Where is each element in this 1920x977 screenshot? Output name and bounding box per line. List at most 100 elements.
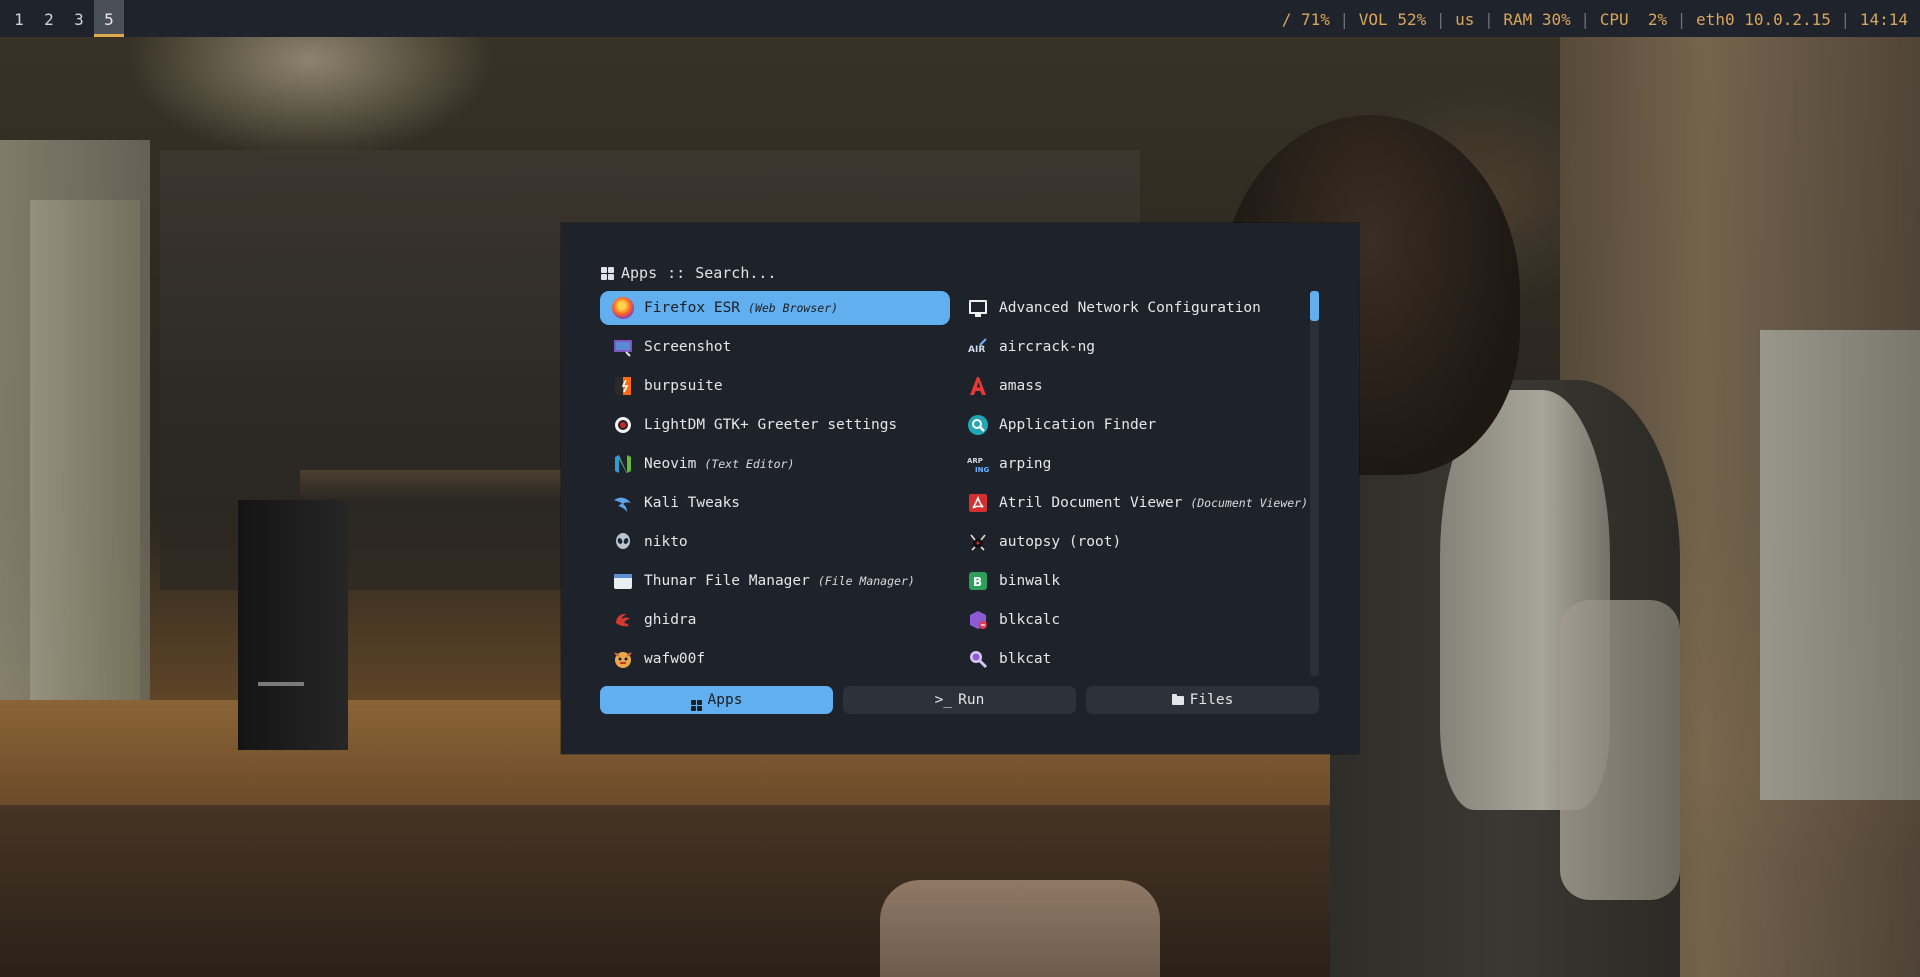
list-item-ghidra[interactable]: ghidra xyxy=(600,603,950,637)
mode-switcher: Apps >_ Run Files xyxy=(600,686,1320,714)
mode-files-label: Files xyxy=(1189,692,1234,708)
list-item-description: (Web Browser) xyxy=(748,301,839,315)
svg-text:ING: ING xyxy=(975,466,989,474)
status-separator: | xyxy=(1484,10,1494,29)
list-item-label: blkcat xyxy=(999,651,1052,667)
mode-apps-button[interactable]: Apps xyxy=(600,686,833,714)
list-item-label: binwalk xyxy=(999,573,1061,589)
status-area: / 71% | VOL 52% | us | RAM 30% | CPU 2% … xyxy=(1282,0,1908,37)
list-scrollbar[interactable] xyxy=(1310,291,1319,676)
list-item-label: wafw00f xyxy=(644,651,706,667)
scrollbar-thumb[interactable] xyxy=(1310,291,1319,321)
apps-grid-icon xyxy=(601,266,614,280)
list-item-binwalk[interactable]: B binwalk xyxy=(955,564,1325,598)
list-item-label: Kali Tweaks xyxy=(644,495,741,511)
mode-run-label: Run xyxy=(958,692,985,708)
workspace-5[interactable]: 5 xyxy=(94,0,124,37)
alien-icon xyxy=(612,531,634,553)
workspace-3[interactable]: 3 xyxy=(64,0,94,37)
screenshot-icon xyxy=(612,336,634,358)
neovim-icon xyxy=(612,453,634,475)
list-item-lightdm-settings[interactable]: LightDM GTK+ Greeter settings xyxy=(600,408,950,442)
list-item-label: nikto xyxy=(644,534,688,550)
amass-icon xyxy=(967,375,989,397)
list-item-label: LightDM GTK+ Greeter settings xyxy=(644,417,898,433)
list-item-label: blkcalc xyxy=(999,612,1061,628)
wallpaper-speaker-light xyxy=(258,682,304,686)
list-item-burpsuite[interactable]: burpsuite xyxy=(600,369,950,403)
svg-text:ARP: ARP xyxy=(967,457,983,465)
list-item-nikto[interactable]: nikto xyxy=(600,525,950,559)
kali-dragon-icon xyxy=(612,492,634,514)
list-item-amass[interactable]: amass xyxy=(955,369,1325,403)
blkcalc-icon xyxy=(967,609,989,631)
list-item-label: Firefox ESR xyxy=(644,300,741,316)
status-separator: | xyxy=(1840,10,1851,29)
list-item-label: Application Finder xyxy=(999,417,1157,433)
search-input[interactable]: Search... xyxy=(695,263,776,283)
wallpaper-desk-front xyxy=(0,805,1380,977)
terminal-icon: >_ xyxy=(934,692,953,708)
status-separator: | xyxy=(1339,10,1350,29)
aircrack-icon: AIR xyxy=(967,336,989,358)
lightdm-icon xyxy=(612,414,634,436)
list-item-kali-tweaks[interactable]: Kali Tweaks xyxy=(600,486,950,520)
wallpaper-right-computer xyxy=(1760,330,1920,800)
burpsuite-icon xyxy=(612,375,634,397)
disk-usage: / 71% xyxy=(1281,10,1330,29)
list-item-label: Neovim xyxy=(644,456,697,472)
list-item-advanced-network-configuration[interactable]: Advanced Network Configuration xyxy=(955,291,1325,325)
folder-icon xyxy=(1171,694,1184,705)
mode-apps-label: Apps xyxy=(707,692,743,708)
wallpaper-speaker xyxy=(238,500,348,750)
ghidra-icon xyxy=(612,609,634,631)
workspace-2[interactable]: 2 xyxy=(34,0,64,37)
mode-label: Apps xyxy=(621,264,658,282)
list-item-label: Thunar File Manager xyxy=(644,573,810,589)
prompt-separator: :: xyxy=(667,264,686,282)
pdf-viewer-icon xyxy=(967,492,989,514)
wallpaper-chair xyxy=(1560,600,1680,900)
keyboard-layout[interactable]: us xyxy=(1455,10,1474,29)
mode-files-button[interactable]: Files xyxy=(1086,686,1319,714)
wallpaper-feet xyxy=(880,880,1160,977)
list-item-aircrack-ng[interactable]: AIR aircrack-ng xyxy=(955,330,1325,364)
list-item-firefox-esr[interactable]: Firefox ESR (Web Browser) xyxy=(600,291,950,325)
status-separator: | xyxy=(1580,10,1591,29)
autopsy-icon xyxy=(967,531,989,553)
workspace-list: 1 2 3 5 xyxy=(4,0,124,37)
svg-text:B: B xyxy=(973,575,982,589)
status-separator: | xyxy=(1435,10,1446,29)
list-item-label: autopsy (root) xyxy=(999,534,1122,550)
list-item-blkcalc[interactable]: blkcalc xyxy=(955,603,1325,637)
list-item-atril[interactable]: Atril Document Viewer (Document Viewer) xyxy=(955,486,1325,520)
app-launcher: Apps :: Search... Firefox ESR (Web Brows… xyxy=(561,223,1359,754)
firefox-icon xyxy=(612,297,634,319)
clock[interactable]: 14:14 xyxy=(1860,10,1908,29)
svg-text:AIR: AIR xyxy=(968,345,985,355)
network-status: eth0 10.0.2.15 xyxy=(1696,10,1831,29)
list-item-wafw00f[interactable]: wafw00f xyxy=(600,642,950,676)
volume-indicator[interactable]: VOL 52% xyxy=(1359,10,1426,29)
ram-usage: RAM 30% xyxy=(1503,10,1571,29)
list-item-label: amass xyxy=(999,378,1043,394)
list-item-label: burpsuite xyxy=(644,378,723,394)
mode-run-button[interactable]: >_ Run xyxy=(843,686,1076,714)
workspace-1[interactable]: 1 xyxy=(4,0,34,37)
list-item-label: Atril Document Viewer xyxy=(999,495,1183,511)
binwalk-icon: B xyxy=(967,570,989,592)
list-item-blkcat[interactable]: blkcat xyxy=(955,642,1325,676)
list-item-application-finder[interactable]: Application Finder xyxy=(955,408,1325,442)
search-prompt[interactable]: Apps :: Search... xyxy=(601,263,776,283)
list-item-thunar[interactable]: Thunar File Manager (File Manager) xyxy=(600,564,950,598)
status-separator: | xyxy=(1676,10,1687,29)
blkcat-icon xyxy=(967,648,989,670)
list-item-label: Advanced Network Configuration xyxy=(999,300,1261,316)
list-item-neovim[interactable]: Neovim (Text Editor) xyxy=(600,447,950,481)
cpu-usage: CPU 2% xyxy=(1599,10,1668,29)
list-item-label: arping xyxy=(999,456,1052,472)
list-item-autopsy[interactable]: autopsy (root) xyxy=(955,525,1325,559)
list-item-screenshot[interactable]: Screenshot xyxy=(600,330,950,364)
list-item-arping[interactable]: ARP ING arping xyxy=(955,447,1325,481)
app-list: Firefox ESR (Web Browser) Screenshot bur… xyxy=(600,291,1325,681)
